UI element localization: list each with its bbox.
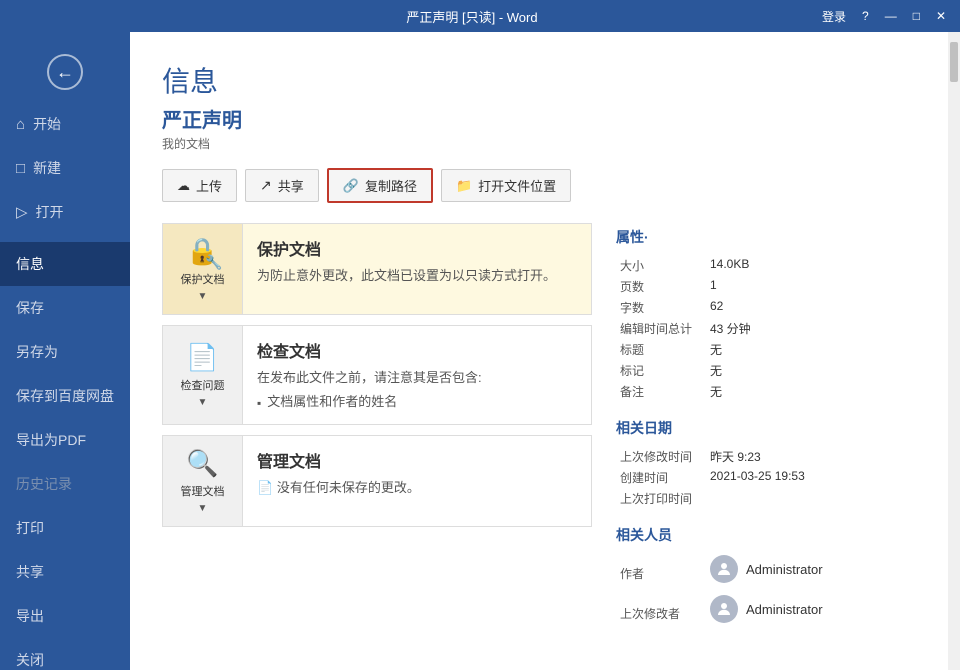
open-location-button[interactable]: 📁 打开文件位置 <box>441 169 571 202</box>
share-button[interactable]: ↗ 共享 <box>245 169 319 202</box>
modifier-name: Administrator <box>746 602 823 617</box>
action-buttons-row: ☁ 上传 ↗ 共享 🔗 复制路径 📁 打开文件位置 <box>162 168 916 203</box>
info-sections: 🔒 🔧 保护文档 ▼ 保护文档 为防止意外更改，此文档已设置为以只读方式打开。 <box>162 223 916 649</box>
author-avatar <box>710 555 738 583</box>
prop-row-title: 标题 无 <box>616 339 916 360</box>
date-row-modified: 上次修改时间 昨天 9:23 <box>616 446 916 467</box>
sidebar: ← ⌂ 开始 □ 新建 ▷ 打开 信息 保存 另存为 保存到百度网盘 导出为PD… <box>0 32 130 670</box>
prop-row-words: 字数 62 <box>616 297 916 318</box>
content-area: 信息 严正声明 我的文档 ☁ 上传 ↗ 共享 🔗 复制路径 📁 打开文件位置 <box>130 32 948 670</box>
properties-table: 大小 14.0KB 页数 1 字数 62 编辑时间总计 43 分钟 <box>616 255 916 402</box>
upload-button[interactable]: ☁ 上传 <box>162 169 237 202</box>
protect-card-icon[interactable]: 🔒 🔧 保护文档 ▼ <box>163 224 243 314</box>
sidebar-item-xinxi[interactable]: 信息 <box>0 242 130 286</box>
sidebar-item-dakai[interactable]: ▷ 打开 <box>0 190 130 234</box>
login-button[interactable]: 登录 <box>816 6 852 27</box>
open-icon: ▷ <box>16 203 28 221</box>
inspect-dropdown-arrow: ▼ <box>198 397 208 408</box>
dates-title: 相关日期 <box>616 418 916 438</box>
new-icon: □ <box>16 160 25 177</box>
author-row: Administrator <box>710 555 912 583</box>
manage-card-icon[interactable]: 🔍 管理文档 ▼ <box>163 436 243 526</box>
sidebar-item-baocun[interactable]: 保存 <box>0 286 130 330</box>
author-name: Administrator <box>746 562 823 577</box>
prop-row-edittime: 编辑时间总计 43 分钟 <box>616 318 916 339</box>
properties-panel: 属性· 大小 14.0KB 页数 1 字数 62 编辑时间总 <box>616 223 916 649</box>
scrollbar-thumb[interactable] <box>950 42 958 82</box>
sidebar-item-daochuPDF[interactable]: 导出为PDF <box>0 418 130 462</box>
bullet-item-1: ▪ 文档属性和作者的姓名 <box>257 392 577 412</box>
doc-location: 我的文档 <box>162 135 916 152</box>
titlebar-title: 严正声明 [只读] - Word <box>128 7 816 26</box>
titlebar: 严正声明 [只读] - Word 登录 ? — □ ✕ <box>0 0 960 32</box>
folder-icon: 📁 <box>456 178 472 194</box>
manage-dropdown-arrow: ▼ <box>198 503 208 514</box>
date-row-printed: 上次打印时间 <box>616 488 916 509</box>
app-body: ← ⌂ 开始 □ 新建 ▷ 打开 信息 保存 另存为 保存到百度网盘 导出为PD… <box>0 32 960 670</box>
inspect-card-body: 检查文档 在发布此文件之前，请注意其是否包含: ▪ 文档属性和作者的姓名 <box>243 326 591 424</box>
manage-card: 🔍 管理文档 ▼ 管理文档 📄 没有任何未保存的更改。 <box>162 435 592 527</box>
sidebar-item-gongxiang[interactable]: 共享 <box>0 550 130 594</box>
doc-info: 严正声明 我的文档 <box>162 104 916 152</box>
maximize-button[interactable]: □ <box>907 7 926 25</box>
lock-icon: 🔒 🔧 <box>186 236 218 267</box>
person-row-author: 作者 Administrator <box>616 553 916 593</box>
person-row-modifier: 上次修改者 Administrator <box>616 593 916 633</box>
copy-path-button[interactable]: 🔗 复制路径 <box>327 168 433 203</box>
help-button[interactable]: ? <box>856 7 875 25</box>
people-table: 作者 Administrator <box>616 553 916 633</box>
people-title: 相关人员 <box>616 525 916 545</box>
minimize-button[interactable]: — <box>879 7 903 25</box>
titlebar-controls: 登录 ? — □ ✕ <box>816 6 952 27</box>
sidebar-item-lishi: 历史记录 <box>0 462 130 506</box>
share-icon: ↗ <box>260 177 272 194</box>
home-icon: ⌂ <box>16 116 25 133</box>
inspect-card: 📄 检查问题 ▼ 检查文档 在发布此文件之前，请注意其是否包含: ▪ 文档属性和… <box>162 325 592 425</box>
properties-title: 属性· <box>616 227 916 247</box>
sidebar-item-kaishi[interactable]: ⌂ 开始 <box>0 102 130 146</box>
modifier-row: Administrator <box>710 595 912 623</box>
manage-desc-icon: 📄 <box>257 480 277 495</box>
doc-title: 严正声明 <box>162 104 916 133</box>
sidebar-item-guanbi[interactable]: 关闭 <box>0 638 130 670</box>
info-cards-column: 🔒 🔧 保护文档 ▼ 保护文档 为防止意外更改，此文档已设置为以只读方式打开。 <box>162 223 592 649</box>
sidebar-item-xinjian[interactable]: □ 新建 <box>0 146 130 190</box>
prop-row-pages: 页数 1 <box>616 276 916 297</box>
sidebar-item-linglebaocun[interactable]: 另存为 <box>0 330 130 374</box>
close-button[interactable]: ✕ <box>930 7 952 25</box>
scrollbar[interactable] <box>948 32 960 670</box>
protect-card-body: 保护文档 为防止意外更改，此文档已设置为以只读方式打开。 <box>243 224 591 314</box>
manage-icon: 🔍 <box>186 448 218 479</box>
prop-row-tags: 标记 无 <box>616 360 916 381</box>
back-circle-icon: ← <box>47 54 83 90</box>
manage-card-body: 管理文档 📄 没有任何未保存的更改。 <box>243 436 591 526</box>
inspect-icon: 📄 <box>186 342 218 373</box>
prop-row-notes: 备注 无 <box>616 381 916 402</box>
sidebar-item-dayin[interactable]: 打印 <box>0 506 130 550</box>
bullet-icon: ▪ <box>257 394 261 412</box>
protect-card: 🔒 🔧 保护文档 ▼ 保护文档 为防止意外更改，此文档已设置为以只读方式打开。 <box>162 223 592 315</box>
prop-row-size: 大小 14.0KB <box>616 255 916 276</box>
sidebar-item-baocundao[interactable]: 保存到百度网盘 <box>0 374 130 418</box>
back-button[interactable]: ← <box>0 42 130 102</box>
inspect-card-icon[interactable]: 📄 检查问题 ▼ <box>163 326 243 424</box>
dates-table: 上次修改时间 昨天 9:23 创建时间 2021-03-25 19:53 上次打… <box>616 446 916 509</box>
page-title: 信息 <box>162 60 916 100</box>
date-row-created: 创建时间 2021-03-25 19:53 <box>616 467 916 488</box>
modifier-avatar <box>710 595 738 623</box>
link-icon: 🔗 <box>343 178 359 194</box>
protect-dropdown-arrow: ▼ <box>198 291 208 302</box>
upload-icon: ☁ <box>177 178 190 194</box>
sidebar-item-daochu[interactable]: 导出 <box>0 594 130 638</box>
